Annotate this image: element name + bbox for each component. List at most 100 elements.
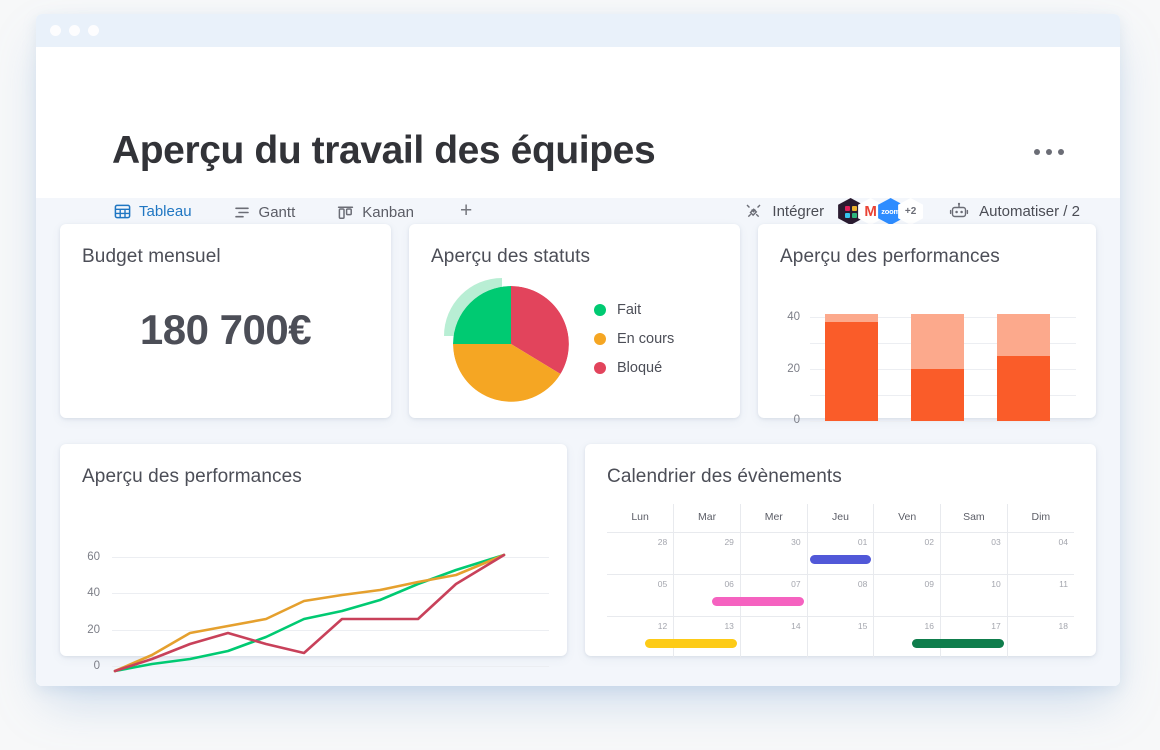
legend-item-en-cours[interactable]: En cours bbox=[594, 331, 674, 347]
integration-avatars[interactable]: M zoom +2 bbox=[838, 198, 924, 225]
legend-item-fait[interactable]: Fait bbox=[594, 302, 674, 318]
automate-button[interactable]: Automatiser / 2 bbox=[949, 202, 1080, 221]
calendar-day[interactable]: 11 bbox=[1007, 574, 1074, 617]
more-options-button[interactable] bbox=[1034, 149, 1064, 155]
calendar-day[interactable]: 04 bbox=[1007, 532, 1074, 575]
minimize-icon[interactable] bbox=[69, 25, 80, 36]
y-tick-60: 60 bbox=[87, 551, 100, 563]
dashboard-row-2: Aperçu des performances 60 40 20 0 Calen… bbox=[60, 444, 1096, 673]
maximize-icon[interactable] bbox=[88, 25, 99, 36]
calendar-day[interactable]: 14 bbox=[740, 616, 808, 658]
day-number: 28 bbox=[657, 537, 668, 547]
bar-segment-light bbox=[911, 314, 964, 369]
calendar-day[interactable]: 18 bbox=[1007, 617, 1074, 659]
tab-label: Kanban bbox=[362, 204, 414, 221]
calendar-day[interactable]: 15 bbox=[807, 616, 875, 658]
calendar-day[interactable]: 13 bbox=[645, 616, 741, 658]
y-tick-0: 0 bbox=[793, 414, 800, 426]
bar-segment-light bbox=[825, 314, 878, 322]
calendar-day[interactable]: 07 bbox=[712, 574, 808, 617]
kanban-icon bbox=[337, 204, 354, 221]
bar-group-1[interactable] bbox=[825, 314, 878, 421]
day-number: 09 bbox=[924, 579, 935, 589]
calendar-day[interactable]: 06 bbox=[673, 574, 741, 617]
dashboard-row-1: Budget mensuel 180 700€ Aperçu des statu… bbox=[60, 224, 1096, 426]
calendar-day[interactable]: 28 bbox=[607, 532, 675, 575]
calendar-day[interactable]: 17 bbox=[912, 616, 1008, 658]
y-tick-20: 20 bbox=[787, 363, 800, 375]
legend-dot-icon bbox=[594, 362, 606, 374]
calendar-day[interactable]: 12 bbox=[607, 616, 675, 658]
line-series-orange bbox=[113, 553, 506, 673]
line-series-group bbox=[113, 553, 506, 673]
bar-group-3[interactable] bbox=[997, 314, 1050, 421]
automate-label: Automatiser / 2 bbox=[979, 203, 1080, 220]
legend-label: Bloqué bbox=[617, 360, 663, 376]
calendar-day[interactable]: 29 bbox=[673, 532, 741, 575]
integrate-button[interactable]: Intégrer bbox=[744, 202, 824, 221]
calendar-day[interactable]: 02 bbox=[873, 532, 942, 575]
day-number: 14 bbox=[791, 621, 801, 631]
integrate-label: Intégrer bbox=[772, 203, 825, 220]
bar-segment-dark bbox=[911, 369, 964, 421]
day-number: 04 bbox=[1058, 537, 1068, 547]
card-calendar[interactable]: Calendrier des évènements Lun Mar Mer Je… bbox=[585, 444, 1096, 659]
bar-segment-dark bbox=[825, 322, 878, 421]
integration-icon bbox=[744, 202, 763, 221]
calendar-day[interactable]: 08 bbox=[807, 574, 875, 617]
calendar-day[interactable]: 05 bbox=[607, 574, 675, 617]
calendar-day[interactable]: 09 bbox=[873, 574, 942, 617]
calendar-day[interactable]: 10 bbox=[940, 574, 1008, 617]
calendar-day[interactable]: 01 bbox=[807, 532, 875, 575]
pie-chart[interactable] bbox=[444, 278, 573, 406]
card-budget[interactable]: Budget mensuel 180 700€ bbox=[60, 224, 391, 418]
day-number: 10 bbox=[991, 579, 1001, 589]
gridline bbox=[810, 421, 1076, 422]
calendar-day[interactable]: 16 bbox=[873, 616, 942, 658]
calendar-event-pink[interactable] bbox=[712, 597, 804, 606]
day-number: 02 bbox=[924, 537, 935, 547]
weekday-dim: Dim bbox=[1007, 504, 1074, 533]
calendar-week-3: 12 13 14 15 16 17 18 bbox=[607, 616, 1074, 659]
day-number: 03 bbox=[991, 537, 1001, 547]
calendar-event-green[interactable] bbox=[912, 639, 1005, 648]
dashboard: Budget mensuel 180 700€ Aperçu des statu… bbox=[36, 198, 1120, 673]
budget-value: 180 700€ bbox=[139, 306, 312, 353]
card-title: Budget mensuel bbox=[82, 246, 221, 267]
line-chart[interactable]: 60 40 20 0 bbox=[60, 496, 567, 673]
line-series-green bbox=[113, 553, 506, 673]
day-number: 08 bbox=[857, 579, 868, 589]
card-status-overview[interactable]: Aperçu des statuts Fait En cours Bloqué bbox=[409, 224, 740, 418]
page-title: Aperçu du travail des équipes bbox=[112, 129, 656, 172]
calendar-event-blue[interactable] bbox=[810, 555, 871, 564]
weekday-lun: Lun bbox=[607, 504, 675, 533]
page-header: Aperçu du travail des équipes Tableau Ga… bbox=[36, 47, 1120, 228]
gantt-icon bbox=[234, 204, 251, 221]
add-view-button[interactable]: + bbox=[460, 200, 472, 225]
calendar-day[interactable]: 03 bbox=[940, 532, 1008, 575]
day-number: 11 bbox=[1059, 579, 1068, 589]
card-title: Aperçu des performances bbox=[780, 246, 1000, 267]
card-performance-bar[interactable]: Aperçu des performances 40 20 0 bbox=[758, 224, 1096, 426]
day-number: 30 bbox=[791, 537, 801, 547]
legend-dot-icon bbox=[594, 333, 606, 345]
calendar-day[interactable]: 30 bbox=[740, 532, 808, 575]
bar-chart[interactable]: 40 20 0 bbox=[758, 280, 1096, 426]
weekday-jeu: Jeu bbox=[807, 504, 875, 533]
weekday-sam: Sam bbox=[940, 504, 1008, 533]
legend-label: Fait bbox=[617, 302, 642, 318]
day-number: 18 bbox=[1058, 621, 1068, 631]
bar-group-2[interactable] bbox=[911, 314, 964, 421]
legend-item-bloque[interactable]: Bloqué bbox=[594, 360, 674, 376]
weekday-mar: Mar bbox=[673, 504, 741, 533]
calendar-event-yellow[interactable] bbox=[645, 639, 738, 648]
card-performance-line[interactable]: Aperçu des performances 60 40 20 0 bbox=[60, 444, 567, 673]
day-number: 07 bbox=[791, 579, 801, 589]
calendar-grid[interactable]: Lun Mar Mer Jeu Ven Sam Dim 28 29 30 01 … bbox=[607, 504, 1074, 659]
close-icon[interactable] bbox=[50, 25, 61, 36]
more-integrations-badge[interactable]: +2 bbox=[898, 198, 924, 225]
table-icon bbox=[114, 203, 131, 220]
screen: Aperçu du travail des équipes Tableau Ga… bbox=[0, 0, 1160, 750]
day-number: 16 bbox=[924, 621, 935, 631]
bar-segment-light bbox=[997, 314, 1050, 356]
